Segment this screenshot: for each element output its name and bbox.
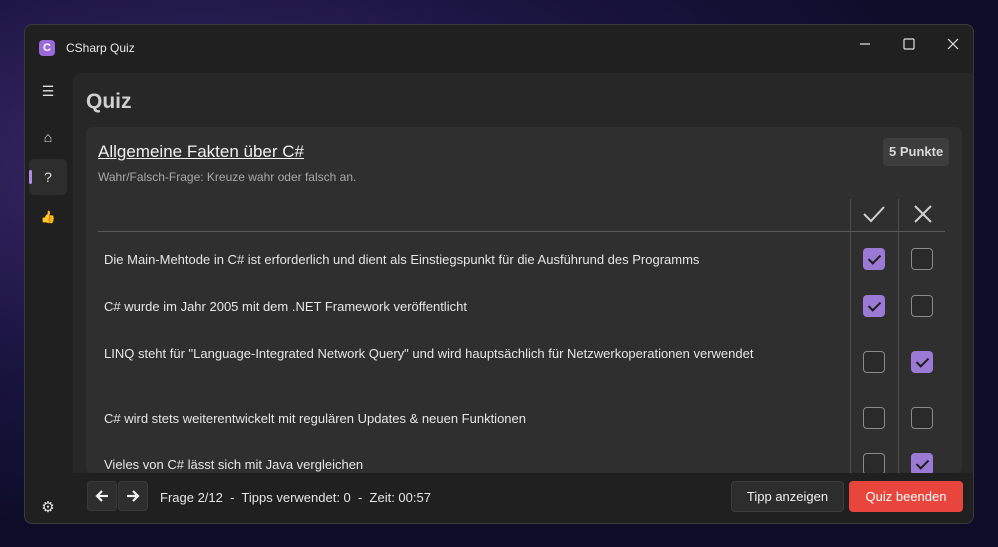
false-x-icon [909,202,937,226]
settings-button[interactable]: ⚙ [29,491,67,523]
column-divider [850,199,851,474]
menu-icon: ☰ [41,82,55,99]
app-logo-icon: C [39,40,55,56]
false-checkbox[interactable] [911,248,933,270]
nav-quiz[interactable]: ? [29,159,67,195]
page-title: Quiz [86,90,132,113]
sidebar: ☰ ⌂ ? 👍 ⚙ [25,73,73,523]
statement-text: C# wurde im Jahr 2005 mit dem .NET Frame… [104,299,467,314]
statement-text: LINQ steht für "Language-Integrated Netw… [104,346,754,361]
footer-bar: Frage 2/12 - Tipps verwendet: 0 - Zeit: … [73,473,973,523]
end-quiz-button[interactable]: Quiz beenden [849,481,963,512]
true-checkbox[interactable] [863,453,885,474]
show-tip-button[interactable]: Tipp anzeigen [731,481,844,512]
false-checkbox[interactable] [911,351,933,373]
previous-button[interactable] [87,481,117,511]
false-checkbox[interactable] [911,407,933,429]
nav-home[interactable]: ⌂ [29,119,67,155]
minimize-icon [860,43,870,45]
close-button[interactable] [931,29,973,59]
title-bar: C CSharp Quiz [25,25,973,73]
hint-icon: 👍 [40,210,56,224]
question-card: Allgemeine Fakten über C# Wahr/Falsch-Fr… [86,127,962,474]
app-window: C CSharp Quiz ☰ ⌂ ? 👍 ⚙ Quiz Allgemeine … [24,24,974,524]
arrow-left-icon [95,490,108,502]
column-divider [898,199,899,474]
quiz-status: Frage 2/12 - Tipps verwendet: 0 - Zeit: … [160,490,431,505]
true-checkbox[interactable] [863,351,885,373]
minimize-button[interactable] [843,29,887,59]
menu-button[interactable]: ☰ [29,73,67,109]
false-checkbox[interactable] [911,453,933,474]
true-checkbox[interactable] [863,248,885,270]
true-checkbox[interactable] [863,407,885,429]
statement-text: Die Main-Mehtode in C# ist erforderlich … [104,252,700,267]
header-divider [98,231,945,232]
gear-icon: ⚙ [41,499,55,516]
false-checkbox[interactable] [911,295,933,317]
points-badge: 5 Punkte [883,138,950,166]
question-icon: ? [44,169,52,185]
main-content: Quiz Allgemeine Fakten über C# Wahr/Fals… [73,73,973,523]
statement-text: Vieles von C# lässt sich mit Java vergle… [104,457,364,472]
close-icon [947,38,959,50]
home-icon: ⌂ [43,129,53,145]
next-button[interactable] [118,481,148,511]
statement-text: C# wird stets weiterentwickelt mit regul… [104,411,526,426]
true-check-icon [860,202,888,226]
true-checkbox[interactable] [863,295,885,317]
app-title: CSharp Quiz [66,41,135,55]
arrow-right-icon [127,490,140,502]
question-title: Allgemeine Fakten über C# [98,142,305,161]
maximize-button[interactable] [887,29,931,59]
nav-hints[interactable]: 👍 [29,199,67,235]
maximize-icon [903,38,915,50]
question-subtitle: Wahr/Falsch-Frage: Kreuze wahr oder fals… [98,170,357,184]
